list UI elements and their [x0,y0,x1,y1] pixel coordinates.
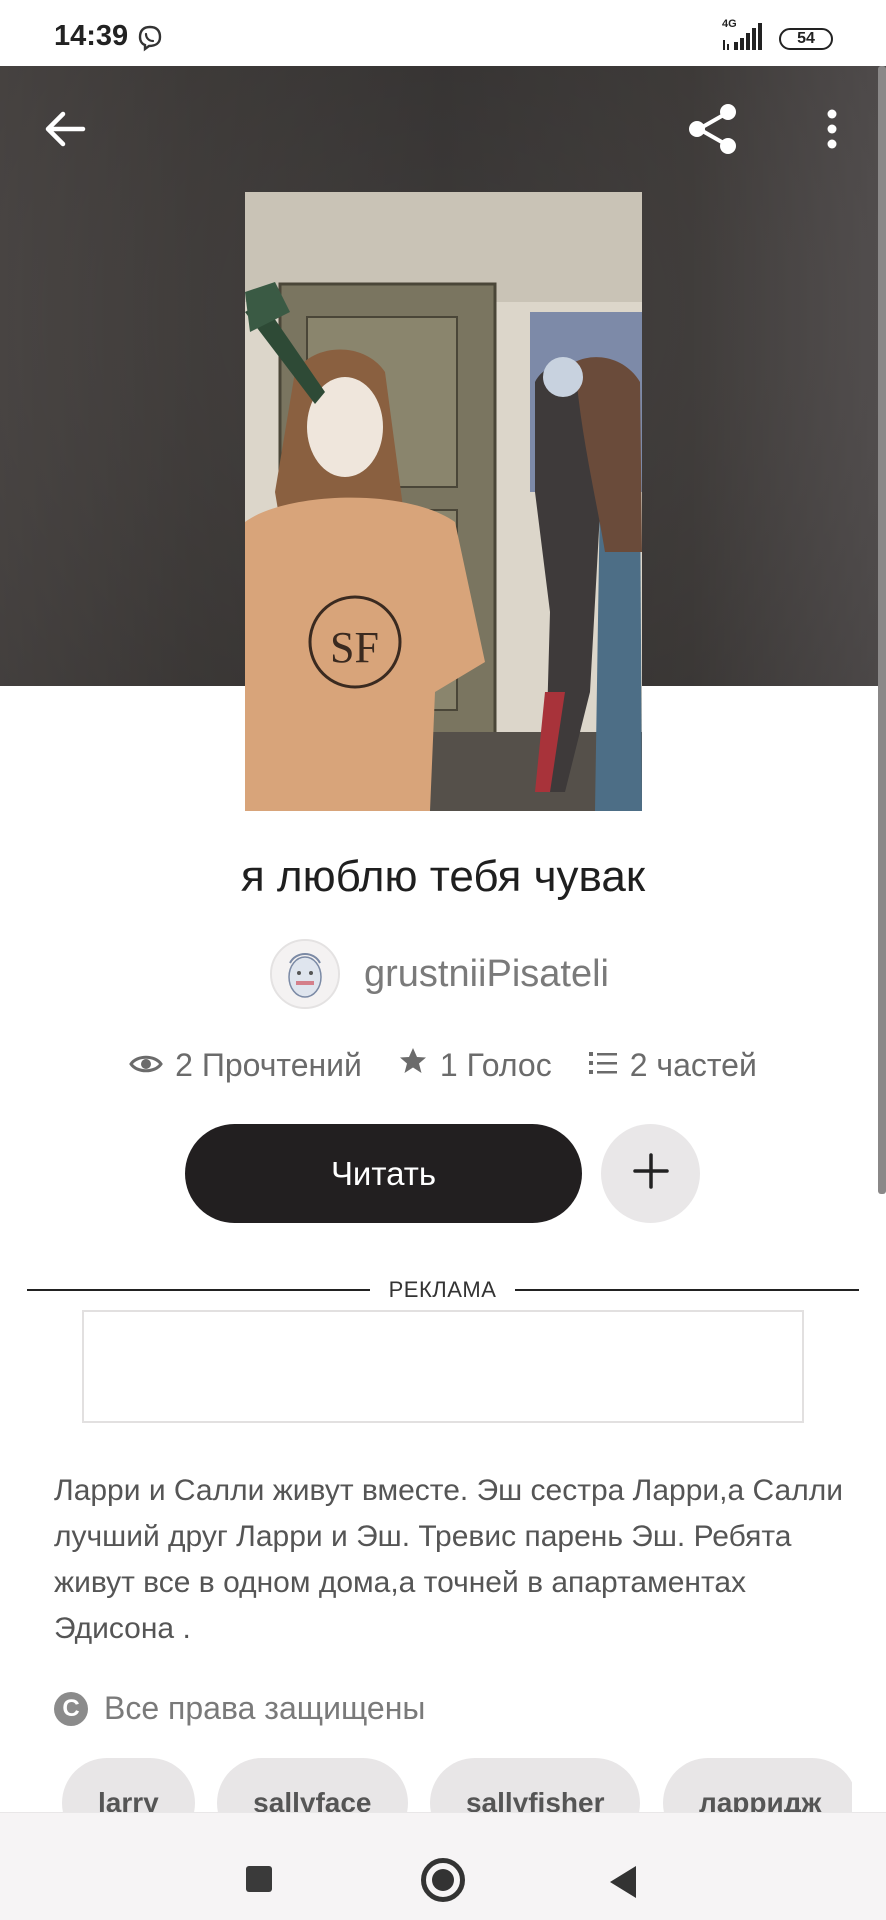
reads-stat: 2 Прочтений [129,1047,362,1084]
status-time: 14:39 [54,20,129,52]
star-icon [398,1046,440,1084]
share-icon [685,101,741,162]
ad-divider-left [27,1289,370,1291]
share-button[interactable] [684,102,742,160]
story-stats: 2 Прочтений 1 Голос 2 частей [0,1046,886,1084]
arrow-left-icon [43,109,87,154]
ad-divider-right [515,1289,859,1291]
story-cover-image[interactable]: SF [245,192,642,811]
votes-count: 1 Голос [439,1046,552,1083]
copyright-text: Все права защищены [104,1690,426,1726]
copyright-row: C Все права защищены [54,1690,425,1727]
svg-text:SF: SF [330,623,379,672]
more-vertical-icon [826,109,838,154]
story-title: я люблю тебя чувак [240,852,646,901]
system-nav-bar [0,1812,886,1920]
ad-label: РЕКЛАМА [388,1277,497,1302]
reads-count: 2 Прочтений [175,1046,362,1083]
system-back-button[interactable] [610,1866,636,1898]
parts-stat: 2 частей [588,1047,757,1084]
back-button[interactable] [38,104,92,158]
status-bar: 14:39 4G 54 [0,0,886,66]
signal-icon: 4G [720,18,768,52]
scrollbar[interactable] [878,66,886,1194]
home-icon [432,1869,454,1891]
battery-indicator: 54 [779,28,833,50]
recents-button[interactable] [246,1866,272,1892]
read-button[interactable]: Читать [185,1124,582,1223]
author-name[interactable]: grustniiPisateli [364,953,609,996]
list-icon [588,1047,630,1084]
parts-count: 2 частей [629,1046,757,1083]
story-description: Ларри и Салли живут вместе. Эш сестра Ла… [54,1474,843,1645]
avatar[interactable] [270,939,340,1009]
votes-stat: 1 Голос [398,1046,552,1084]
home-button[interactable] [421,1858,465,1902]
viber-icon [136,24,164,52]
more-options-button[interactable] [810,102,854,160]
eye-icon [129,1047,175,1084]
add-to-library-button[interactable] [601,1124,700,1223]
ad-placeholder[interactable] [82,1310,804,1423]
copyright-icon: C [54,1691,88,1726]
author-row[interactable]: grustniiPisateli [270,938,609,1010]
plus-icon [631,1151,671,1196]
